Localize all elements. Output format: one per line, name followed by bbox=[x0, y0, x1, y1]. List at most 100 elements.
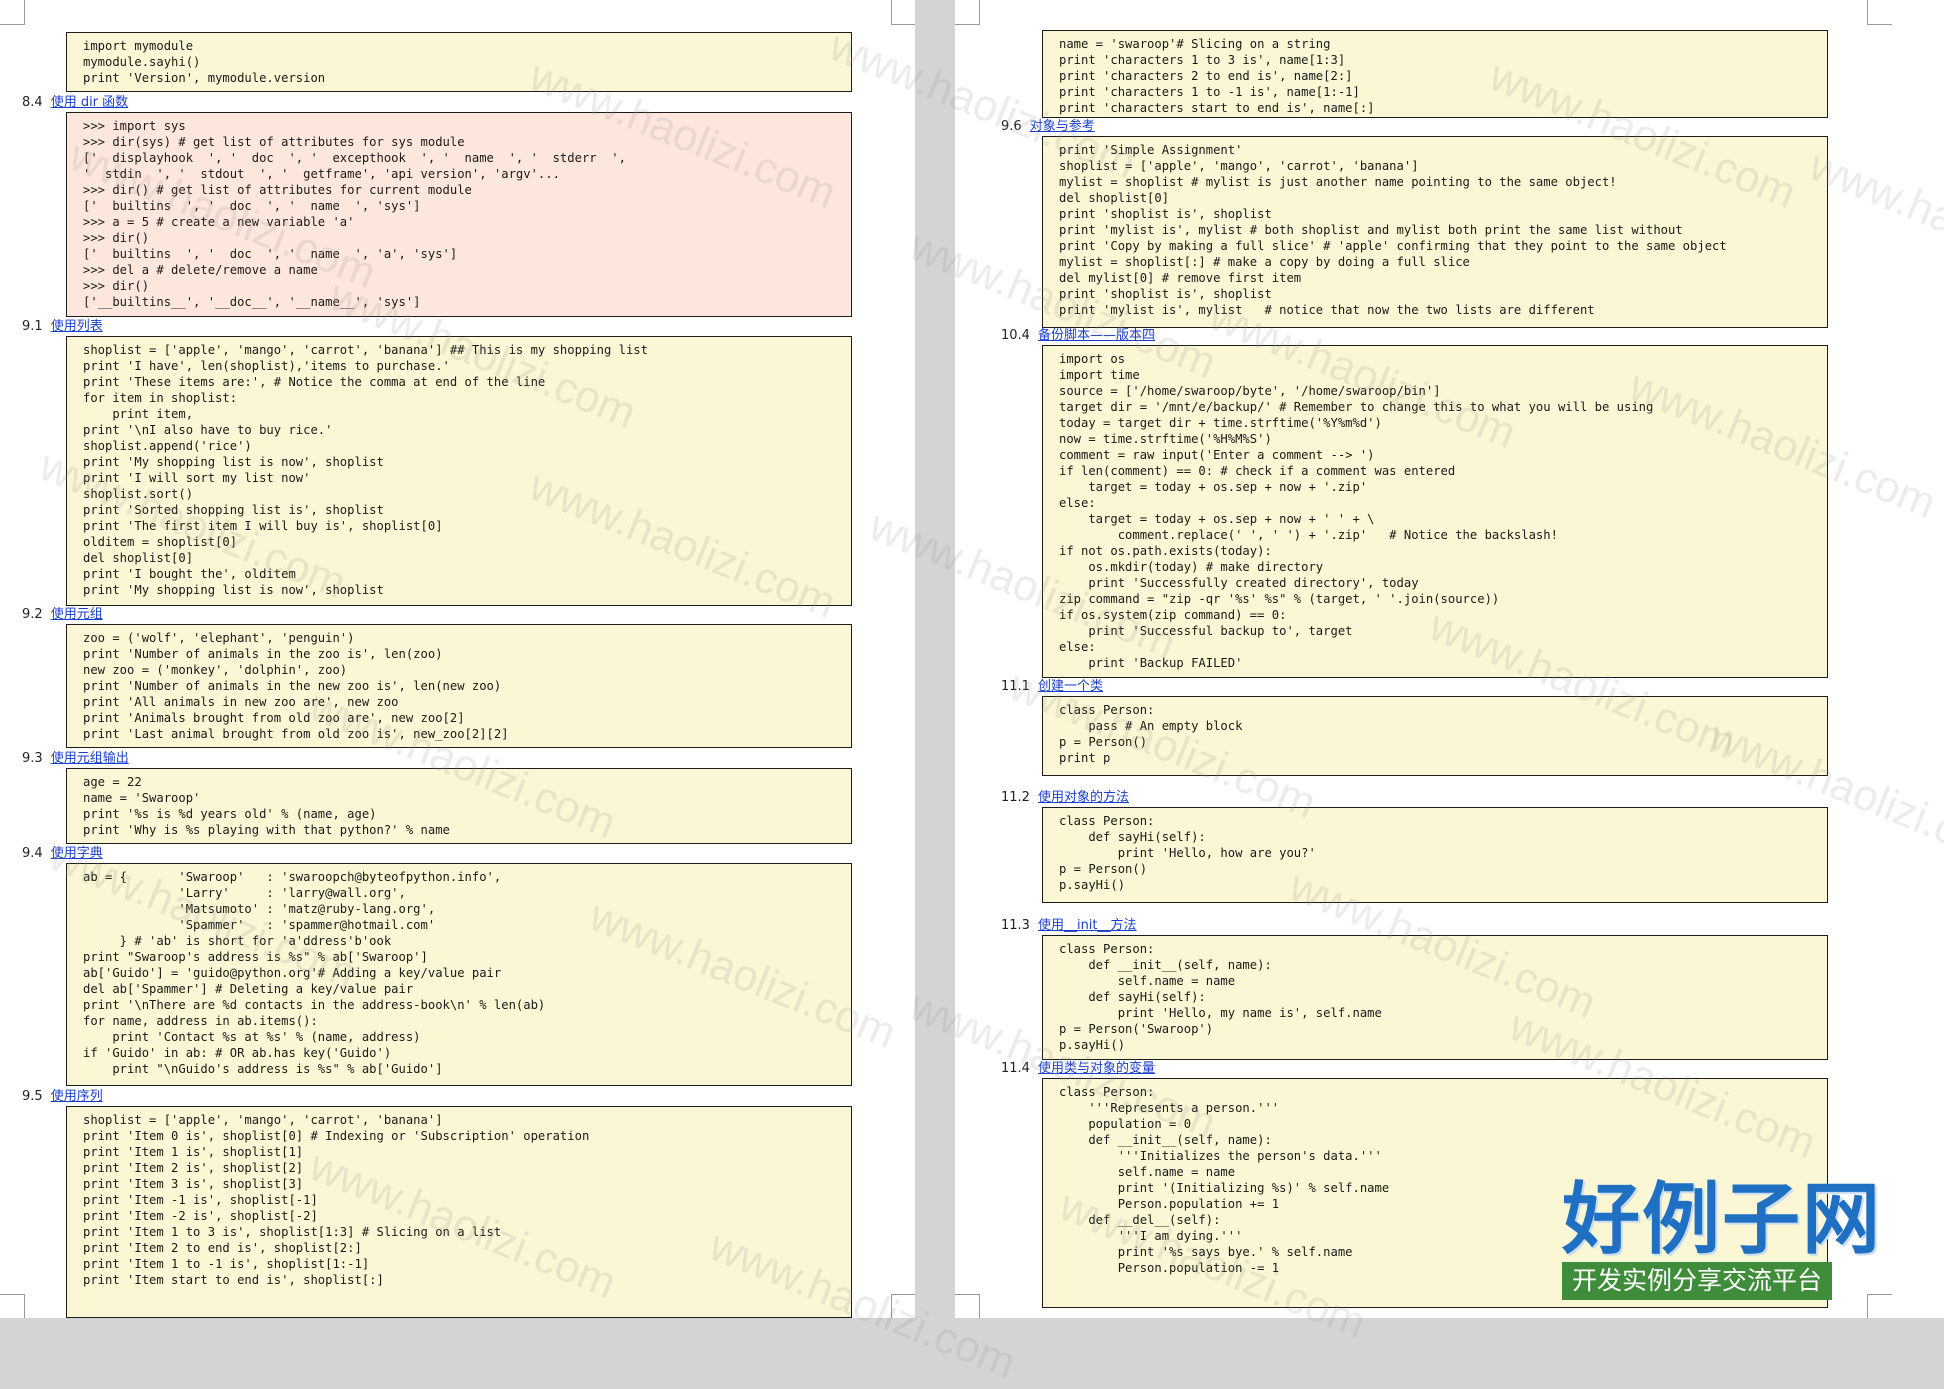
section-title-link[interactable]: 使用__init__方法 bbox=[1038, 918, 1137, 933]
crop-mark bbox=[0, 0, 25, 25]
code-line: print item, bbox=[83, 407, 194, 421]
code-line: shoplist.append('rice') bbox=[83, 439, 252, 453]
crop-mark bbox=[0, 1294, 25, 1318]
code-line: name = 'Swaroop' bbox=[83, 791, 201, 805]
code-block: age = 22 name = 'Swaroop' print '%s is %d … bbox=[66, 768, 852, 844]
code-line: p.sayHi() bbox=[1059, 1038, 1126, 1052]
code-line: del ab['Spammer'] # Deleting a key/value… bbox=[83, 982, 414, 996]
logo-title: 好例子网 bbox=[1562, 1175, 1883, 1265]
code-line: print 'The first item I will buy is', sh… bbox=[83, 519, 443, 533]
code-line: >>> dir() bbox=[83, 231, 150, 245]
code-line: mymodule.sayhi() bbox=[83, 55, 201, 69]
section-heading: 9.5 使用序列 bbox=[22, 1088, 103, 1106]
code-line: '''Represents a person.''' bbox=[1059, 1101, 1280, 1115]
code-line: print 'My shopping list is now', shoplis… bbox=[83, 583, 384, 597]
code-line: for name, address in ab.items(): bbox=[83, 1014, 318, 1028]
code-line: target = today + os.sep + now + ' ' + \ bbox=[1059, 512, 1375, 526]
section-heading: 9.3 使用元组输出 bbox=[22, 750, 129, 768]
code-line: print 'Animals brought from old zoo are'… bbox=[83, 711, 465, 725]
code-line: zip command = "zip -qr '%s' %s" % (targe… bbox=[1059, 592, 1500, 606]
code-line: print 'shoplist is', shoplist bbox=[1059, 287, 1272, 301]
section-heading: 10.4 备份脚本——版本四 bbox=[1001, 327, 1155, 345]
code-line: print "\nGuido's address is %s" % ab['Gu… bbox=[83, 1062, 443, 1076]
code-line: else: bbox=[1059, 640, 1096, 654]
section-heading: 11.4 使用类与对象的变量 bbox=[1001, 1060, 1155, 1078]
section-title-link[interactable]: 备份脚本——版本四 bbox=[1038, 328, 1155, 343]
document-page-left: import mymodule mymodule.sayhi() print 'Ve… bbox=[0, 0, 915, 1318]
code-line: 'Larry' : 'larry@wall.org', bbox=[83, 886, 406, 900]
code-block: ab = { 'Swaroop' : 'swaroopch@byteofpyth… bbox=[66, 863, 852, 1086]
code-line: def sayHi(self): bbox=[1059, 990, 1206, 1004]
code-line: >>> import sys bbox=[83, 119, 186, 133]
code-line: today = target dir + time.strftime('%Y%m… bbox=[1059, 416, 1382, 430]
code-line: for item in shoplist: bbox=[83, 391, 238, 405]
crop-mark bbox=[1867, 0, 1892, 25]
section-title-link[interactable]: 使用 dir 函数 bbox=[51, 95, 128, 110]
code-line: print 'Version', mymodule.version bbox=[83, 71, 326, 85]
code-line: print 'Backup FAILED' bbox=[1059, 656, 1243, 670]
code-line: population = 0 bbox=[1059, 1117, 1192, 1131]
section-title-link[interactable]: 使用字典 bbox=[51, 846, 103, 861]
section-title-link[interactable]: 使用元组输出 bbox=[51, 751, 129, 766]
code-line: print 'Item 1 to -1 is', shoplist[1:-1] bbox=[83, 1257, 370, 1271]
section-heading: 9.2 使用元组 bbox=[22, 606, 103, 624]
code-line: now = time.strftime('%H%M%S') bbox=[1059, 432, 1272, 446]
section-title-link[interactable]: 使用列表 bbox=[51, 319, 103, 334]
code-line: 'Matsumoto' : 'matz@ruby-lang.org', bbox=[83, 902, 436, 916]
code-line: os.mkdir(today) # make directory bbox=[1059, 560, 1324, 574]
code-block: class Person: def sayHi(self): print 'He… bbox=[1042, 807, 1828, 903]
code-line: del shoplist[0] bbox=[1059, 191, 1170, 205]
crop-mark bbox=[891, 0, 915, 25]
section-title-link[interactable]: 使用类与对象的变量 bbox=[1038, 1061, 1155, 1076]
crop-mark bbox=[891, 1294, 915, 1318]
section-title-link[interactable]: 对象与参考 bbox=[1030, 119, 1095, 134]
code-line: print 'mylist is', mylist # notice that … bbox=[1059, 303, 1595, 317]
code-line: shoplist = ['apple', 'mango', 'carrot', … bbox=[1059, 159, 1419, 173]
code-line: print 'Successful backup to', target bbox=[1059, 624, 1353, 638]
code-line: mylist = shoplist[:] # make a copy by do… bbox=[1059, 255, 1470, 269]
crop-mark bbox=[955, 1294, 980, 1318]
code-line: print 'Item 1 is', shoplist[1] bbox=[83, 1145, 304, 1159]
section-heading: 11.1 创建一个类 bbox=[1001, 678, 1103, 696]
code-line: comment = raw input('Enter a comment -->… bbox=[1059, 448, 1375, 462]
code-line: ' stdin ', ' stdout ', ' getframe', 'api… bbox=[83, 167, 560, 181]
code-line: >>> dir() bbox=[83, 279, 150, 293]
code-line: p = Person() bbox=[1059, 862, 1148, 876]
code-line: zoo = ('wolf', 'elephant', 'penguin') bbox=[83, 631, 355, 645]
code-line: print 'I will sort my list now' bbox=[83, 471, 311, 485]
code-line: del mylist[0] # remove first item bbox=[1059, 271, 1302, 285]
crop-mark bbox=[955, 0, 980, 25]
code-block: class Person: def __init__(self, name): … bbox=[1042, 935, 1828, 1060]
code-line: olditem = shoplist[0] bbox=[83, 535, 238, 549]
code-block: print 'Simple Assignment' shoplist = ['ap… bbox=[1042, 136, 1828, 328]
section-number: 10.4 bbox=[1001, 328, 1030, 343]
section-number: 9.5 bbox=[22, 1089, 43, 1104]
code-line: p.sayHi() bbox=[1059, 878, 1126, 892]
section-title-link[interactable]: 使用对象的方法 bbox=[1038, 790, 1129, 805]
code-line: if os.system(zip command) == 0: bbox=[1059, 608, 1287, 622]
code-line: class Person: bbox=[1059, 703, 1155, 717]
code-block: name = 'swaroop'# Slicing on a string pri… bbox=[1042, 30, 1828, 118]
code-line: print 'Number of animals in the new zoo … bbox=[83, 679, 502, 693]
code-line: source = ['/home/swaroop/byte', '/home/s… bbox=[1059, 384, 1441, 398]
code-block: >>> import sys >>> dir(sys) # get list of… bbox=[66, 112, 852, 317]
code-line: target dir = '/mnt/e/backup/' # Remember… bbox=[1059, 400, 1654, 414]
code-line: print 'These items are:', # Notice the c… bbox=[83, 375, 546, 389]
code-line: import time bbox=[1059, 368, 1140, 382]
section-number: 9.3 bbox=[22, 751, 43, 766]
section-title-link[interactable]: 使用序列 bbox=[51, 1089, 103, 1104]
code-line: class Person: bbox=[1059, 814, 1155, 828]
section-heading: 9.4 使用字典 bbox=[22, 845, 103, 863]
section-number: 9.4 bbox=[22, 846, 43, 861]
section-number: 9.6 bbox=[1001, 119, 1022, 134]
section-title-link[interactable]: 创建一个类 bbox=[1038, 679, 1103, 694]
code-line: print 'All animals in new zoo are', new … bbox=[83, 695, 399, 709]
code-line: print p bbox=[1059, 751, 1111, 765]
code-line: >>> del a # delete/remove a name bbox=[83, 263, 318, 277]
section-heading: 11.2 使用对象的方法 bbox=[1001, 789, 1129, 807]
section-title-link[interactable]: 使用元组 bbox=[51, 607, 103, 622]
code-line: self.name = name bbox=[1059, 974, 1236, 988]
code-block: import os import time source = ['/home/swa… bbox=[1042, 345, 1828, 678]
code-line: print 'Number of animals in the zoo is',… bbox=[83, 647, 443, 661]
code-line: p = Person() bbox=[1059, 735, 1148, 749]
